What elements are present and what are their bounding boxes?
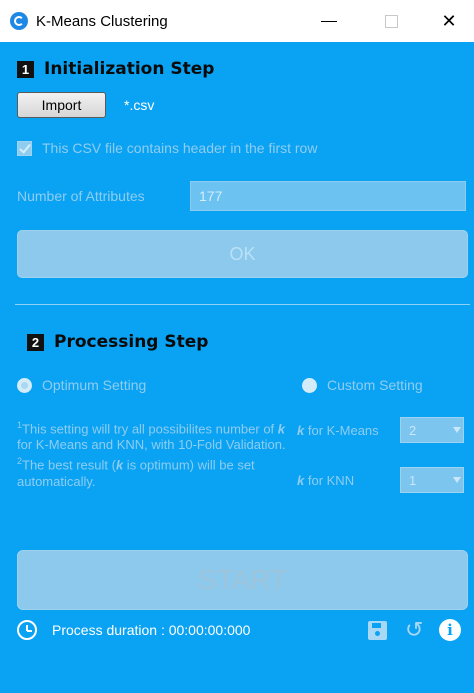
save-icon[interactable]	[368, 621, 387, 640]
info-line1-end: for K-Means and KNN, with 10-Fold Valida…	[17, 437, 286, 453]
info-line1: This setting will try all possibilites n…	[22, 421, 278, 437]
step-number-badge: 1	[17, 60, 34, 78]
processing-step-title: Processing Step	[54, 332, 209, 352]
processing-step-header: 2 Processing Step	[27, 332, 208, 352]
close-button[interactable]: ✕	[426, 0, 472, 42]
main-panel: 1 Initialization Step Import *.csv This …	[0, 42, 474, 693]
section-divider	[15, 304, 470, 305]
k-symbol: k	[277, 421, 286, 437]
k-kmeans-text: for K-Means	[304, 423, 379, 438]
ok-button[interactable]: OK	[17, 230, 468, 278]
info-icon[interactable]: i	[439, 619, 461, 641]
custom-radio[interactable]	[302, 377, 317, 393]
k-kmeans-select[interactable]: 2	[400, 417, 464, 443]
chevron-down-icon	[453, 427, 461, 433]
import-button[interactable]: Import	[17, 92, 106, 118]
attributes-label: Number of Attributes	[17, 188, 145, 204]
start-button[interactable]: START	[17, 550, 468, 610]
info-line2: The best result (	[22, 457, 116, 473]
k-kmeans-value: 2	[409, 422, 417, 438]
k-knn-label: k for KNN	[297, 473, 354, 488]
reset-icon[interactable]: ↺	[405, 619, 423, 641]
header-checkbox-row[interactable]: This CSV file contains header in the fir…	[17, 140, 317, 156]
minimize-icon	[321, 20, 337, 22]
attributes-field[interactable]: 177	[190, 181, 466, 211]
optimum-label: Optimum Setting	[42, 377, 147, 393]
step-number-badge: 2	[27, 333, 44, 351]
k-kmeans-label: k for K-Means	[297, 423, 379, 438]
k-knn-select[interactable]: 1	[400, 467, 464, 493]
custom-setting-option[interactable]: Custom Setting	[302, 377, 423, 393]
header-checkbox[interactable]	[17, 140, 32, 156]
header-checkbox-label: This CSV file contains header in the fir…	[42, 140, 318, 156]
k-knn-value: 1	[409, 472, 417, 488]
minimize-button[interactable]	[306, 0, 352, 42]
app-icon	[10, 12, 28, 30]
chevron-down-icon	[453, 477, 461, 483]
file-name-label: *.csv	[124, 97, 155, 113]
window-title: K-Means Clustering	[36, 12, 168, 30]
optimum-info-text: 1This setting will try all possibilites …	[17, 417, 292, 490]
clock-icon	[17, 620, 37, 640]
optimum-radio[interactable]	[17, 377, 32, 393]
process-duration: Process duration : 00:00:00:000	[52, 622, 251, 638]
init-step-title: Initialization Step	[44, 59, 215, 79]
custom-label: Custom Setting	[327, 377, 423, 393]
maximize-icon	[384, 14, 398, 28]
optimum-setting-option[interactable]: Optimum Setting	[17, 377, 146, 393]
init-step-header: 1 Initialization Step	[17, 59, 214, 79]
maximize-button[interactable]	[368, 0, 414, 42]
k-knn-text: for KNN	[304, 473, 355, 488]
title-bar: K-Means Clustering ✕	[0, 0, 474, 42]
close-icon: ✕	[441, 10, 457, 31]
